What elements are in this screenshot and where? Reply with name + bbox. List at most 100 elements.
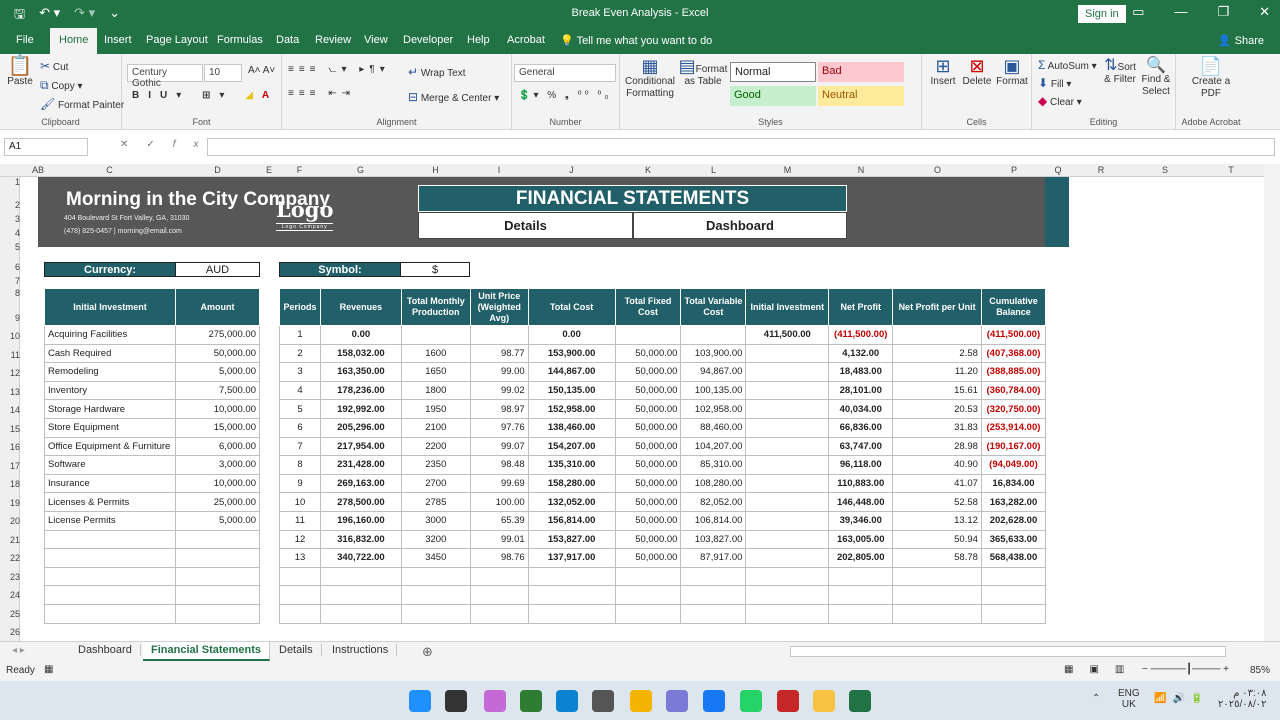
- file-explorer-icon[interactable]: [813, 690, 835, 712]
- initial-investment-cell[interactable]: [745, 436, 830, 457]
- cumulative-balance-cell[interactable]: [980, 603, 1047, 624]
- total-cost-cell[interactable]: [527, 585, 616, 605]
- total-cost-cell[interactable]: 152,958.00: [527, 399, 616, 419]
- sort-filter-button[interactable]: ⇅Sort & Filter: [1104, 58, 1136, 86]
- net-profit-cell[interactable]: [828, 566, 894, 587]
- period-cell[interactable]: [279, 566, 321, 587]
- total-cost-cell[interactable]: 0.00: [527, 325, 616, 345]
- style-neutral[interactable]: Neutral: [818, 86, 904, 106]
- fixed-cost-cell[interactable]: 50,000.00: [614, 380, 682, 401]
- net-profit-cell[interactable]: 202,805.00: [828, 548, 894, 568]
- investment-amount[interactable]: 6,000.00: [174, 436, 261, 457]
- cumulative-balance-cell[interactable]: [980, 566, 1047, 587]
- column-header[interactable]: P: [982, 165, 1046, 175]
- unit-price-cell[interactable]: [469, 585, 529, 605]
- paste-button[interactable]: 📋Paste: [6, 56, 34, 88]
- variable-cost-cell[interactable]: 87,917.00: [680, 548, 747, 568]
- row-header[interactable]: 20: [2, 516, 20, 526]
- fixed-cost-cell[interactable]: 50,000.00: [614, 417, 682, 438]
- row-header[interactable]: 3: [2, 214, 20, 224]
- fixed-cost-cell[interactable]: 50,000.00: [614, 399, 682, 419]
- profit-per-unit-cell[interactable]: 31.83: [892, 417, 982, 438]
- clear-button[interactable]: ◆ Clear ▾: [1038, 94, 1082, 108]
- cumulative-balance-cell[interactable]: 365,633.00: [980, 529, 1047, 550]
- unit-price-cell[interactable]: 99.07: [469, 436, 529, 457]
- investment-item[interactable]: [44, 529, 176, 550]
- period-cell[interactable]: 10: [279, 492, 321, 512]
- revenues-cell[interactable]: 163,350.00: [319, 362, 402, 382]
- profit-per-unit-cell[interactable]: 52.58: [892, 492, 982, 512]
- profit-per-unit-cell[interactable]: 41.07: [892, 473, 982, 494]
- initial-investment-cell[interactable]: [745, 417, 830, 438]
- investment-amount[interactable]: 10,000.00: [174, 399, 261, 419]
- initial-investment-cell[interactable]: 411,500.00: [745, 325, 830, 345]
- total-cost-cell[interactable]: [527, 603, 616, 624]
- row-header[interactable]: 2: [2, 200, 20, 210]
- column-header[interactable]: E: [259, 165, 279, 175]
- revenues-cell[interactable]: 231,428.00: [319, 455, 402, 475]
- initial-investment-cell[interactable]: [745, 603, 830, 624]
- initial-investment-cell[interactable]: [745, 492, 830, 512]
- cumulative-balance-cell[interactable]: (411,500.00): [980, 325, 1047, 345]
- row-header[interactable]: 4: [2, 228, 20, 238]
- row-header[interactable]: 26: [2, 627, 20, 637]
- copy-button[interactable]: ⧉ Copy ▾: [40, 78, 83, 93]
- copilot-icon[interactable]: [484, 690, 506, 712]
- variable-cost-cell[interactable]: 100,135.00: [680, 380, 747, 401]
- column-header[interactable]: O: [893, 165, 982, 175]
- sheet-tab-details[interactable]: Details: [271, 644, 322, 656]
- variable-cost-cell[interactable]: 88,460.00: [680, 417, 747, 438]
- tab-file[interactable]: File: [16, 34, 34, 46]
- find-select-button[interactable]: 🔍Find & Select: [1138, 58, 1174, 98]
- initial-investment-cell[interactable]: [745, 399, 830, 419]
- total-cost-cell[interactable]: 132,052.00: [527, 492, 616, 512]
- monthly-production-cell[interactable]: 2200: [400, 436, 471, 457]
- revenues-cell[interactable]: 196,160.00: [319, 510, 402, 531]
- row-header[interactable]: 18: [2, 479, 20, 489]
- share-button[interactable]: 👤 Share: [1218, 34, 1264, 47]
- investment-item[interactable]: Software: [44, 455, 176, 475]
- unit-price-cell[interactable]: 100.00: [469, 492, 529, 512]
- monthly-production-cell[interactable]: 2100: [400, 417, 471, 438]
- net-profit-cell[interactable]: [828, 603, 894, 624]
- profit-per-unit-cell[interactable]: 13.12: [892, 510, 982, 531]
- column-header[interactable]: J: [528, 165, 615, 175]
- column-header[interactable]: N: [829, 165, 893, 175]
- net-profit-cell[interactable]: 66,836.00: [828, 417, 894, 438]
- revenues-cell[interactable]: 217,954.00: [319, 436, 402, 457]
- format-cells-button[interactable]: ▣Format: [994, 57, 1030, 88]
- investment-amount[interactable]: 25,000.00: [174, 492, 261, 512]
- row-header[interactable]: 16: [2, 442, 20, 452]
- insert-cells-button[interactable]: ⊞Insert: [926, 57, 960, 88]
- profit-per-unit-cell[interactable]: [892, 325, 982, 345]
- total-cost-cell[interactable]: 138,460.00: [527, 417, 616, 438]
- period-cell[interactable]: [279, 585, 321, 605]
- style-bad[interactable]: Bad: [818, 62, 904, 82]
- net-profit-cell[interactable]: 163,005.00: [828, 529, 894, 550]
- initial-investment-cell[interactable]: [745, 380, 830, 401]
- fixed-cost-cell[interactable]: 50,000.00: [614, 548, 682, 568]
- investment-item[interactable]: Cash Required: [44, 343, 176, 364]
- chrome-icon[interactable]: [630, 690, 652, 712]
- investment-item[interactable]: Store Equipment: [44, 417, 176, 438]
- sheet-tab-instructions[interactable]: Instructions: [324, 644, 398, 656]
- row-header[interactable]: 10: [2, 331, 20, 341]
- cumulative-balance-cell[interactable]: [980, 585, 1047, 605]
- column-header[interactable]: H: [401, 165, 470, 175]
- investment-amount[interactable]: 15,000.00: [174, 417, 261, 438]
- variable-cost-cell[interactable]: 104,207.00: [680, 436, 747, 457]
- fixed-cost-cell[interactable]: 50,000.00: [614, 492, 682, 512]
- net-profit-cell[interactable]: 4,132.00: [828, 343, 894, 364]
- row-header[interactable]: 19: [2, 498, 20, 508]
- period-cell[interactable]: 1: [279, 325, 321, 345]
- symbol-value[interactable]: $: [400, 262, 470, 277]
- task-view-icon[interactable]: [445, 690, 467, 712]
- unit-price-cell[interactable]: 98.48: [469, 455, 529, 475]
- tab-page-layout[interactable]: Page Layout: [146, 34, 208, 46]
- cumulative-balance-cell[interactable]: (388,885.00): [980, 362, 1047, 382]
- merge-center-button[interactable]: ⊟ Merge & Center ▾: [408, 90, 499, 104]
- row-header[interactable]: 15: [2, 424, 20, 434]
- row-header[interactable]: 22: [2, 553, 20, 563]
- excel-taskbar-icon[interactable]: [849, 690, 871, 712]
- monthly-production-cell[interactable]: 3200: [400, 529, 471, 550]
